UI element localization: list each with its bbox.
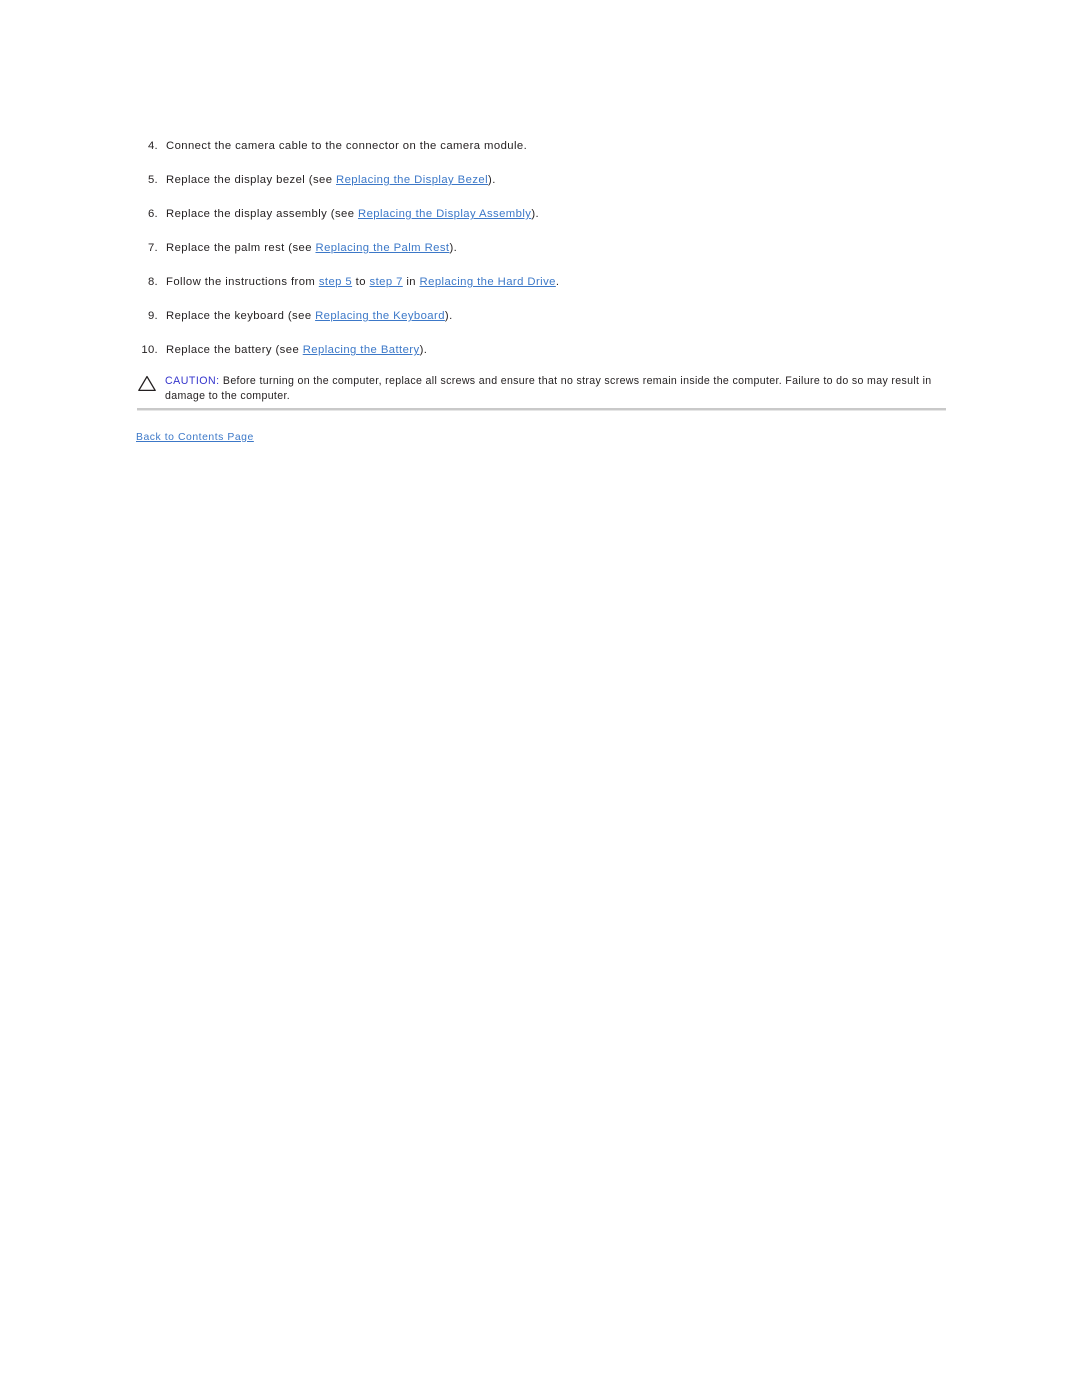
step-text-run: Replace the keyboard (see — [166, 310, 316, 322]
procedure-step-text: Connect the camera cable to the connecto… — [166, 140, 527, 152]
procedure-step: 4. Connect the camera cable to the connec… — [137, 138, 947, 154]
step-text-run: ). — [444, 310, 453, 322]
step-text-run: to — [352, 276, 370, 288]
procedure-step-text: Replace the battery (see Replacing the B… — [166, 344, 427, 356]
cross-reference-link[interactable]: Replacing the Keyboard — [315, 310, 445, 322]
step-text-run: . — [555, 276, 560, 288]
procedure-step-number: 10. — [141, 344, 158, 356]
step-text-run: Replace the display assembly (see — [166, 208, 358, 220]
procedure-step-number: 5. — [147, 174, 158, 186]
cross-reference-link[interactable]: Replacing the Display Assembly — [358, 208, 531, 220]
procedure-step-text: Replace the display bezel (see Replacing… — [166, 174, 496, 186]
procedure-step: 7. Replace the palm rest (see Replacing t… — [137, 240, 947, 256]
step-text-run: ). — [419, 344, 428, 356]
cross-reference-link[interactable]: step 5 — [319, 276, 352, 288]
back-to-contents-link[interactable]: Back to Contents Page — [136, 432, 254, 443]
procedure-step: 9. Replace the keyboard (see Replacing th… — [137, 308, 947, 324]
step-text-run: Replace the palm rest (see — [166, 242, 316, 254]
step-text-run: ). — [449, 242, 458, 254]
caution-block: CAUTION: Before turning on the computer,… — [137, 374, 949, 403]
step-text-run: ). — [488, 174, 496, 186]
procedure-step: 10. Replace the battery (see Replacing th… — [137, 342, 947, 358]
cross-reference-link[interactable]: Replacing the Display Bezel — [336, 174, 488, 186]
caution-row: CAUTION: Before turning on the computer,… — [137, 374, 949, 403]
step-text-run: Replace the battery (see — [166, 344, 303, 356]
cross-reference-link[interactable]: Replacing the Hard Drive — [420, 276, 556, 288]
step-text-run: in — [402, 276, 420, 288]
cross-reference-link[interactable]: Replacing the Battery — [303, 344, 420, 356]
caution-label: CAUTION: — [165, 375, 220, 387]
step-text-run: ). — [531, 208, 540, 220]
cross-reference-link[interactable]: Replacing the Palm Rest — [315, 242, 449, 254]
procedure-step-number: 7. — [147, 242, 158, 254]
procedure-step-number: 9. — [147, 310, 158, 322]
procedure-step-number: 4. — [147, 140, 158, 152]
step-text-run: Follow the instructions from — [166, 276, 319, 288]
procedure-step: 6. Replace the display assembly (see Repl… — [137, 206, 947, 222]
document-page: 4. Connect the camera cable to the connec… — [0, 0, 1080, 1397]
warning-triangle-icon — [138, 375, 156, 392]
caution-text: CAUTION: Before turning on the computer,… — [165, 374, 949, 403]
procedure-step-text: Replace the palm rest (see Replacing the… — [166, 242, 457, 254]
procedure-step: 5. Replace the display bezel (see Replaci… — [137, 172, 947, 188]
footer-divider — [137, 408, 946, 410]
procedure-step-number: 6. — [147, 208, 158, 220]
procedure-step: 8. Follow the instructions from step 5 to… — [137, 274, 947, 290]
step-text-run: Connect the camera cable to the connecto… — [166, 140, 528, 152]
caution-body: Before turning on the computer, replace … — [165, 375, 932, 402]
cross-reference-link[interactable]: step 7 — [370, 276, 403, 288]
procedure-step-text: Replace the keyboard (see Replacing the … — [166, 310, 453, 322]
procedure-step-list: 4. Connect the camera cable to the connec… — [137, 138, 947, 376]
procedure-step-text: Replace the display assembly (see Replac… — [166, 208, 539, 220]
procedure-step-number: 8. — [147, 276, 158, 288]
step-text-run: Replace the display bezel (see — [166, 174, 337, 186]
procedure-step-text: Follow the instructions from step 5 to s… — [166, 276, 559, 288]
